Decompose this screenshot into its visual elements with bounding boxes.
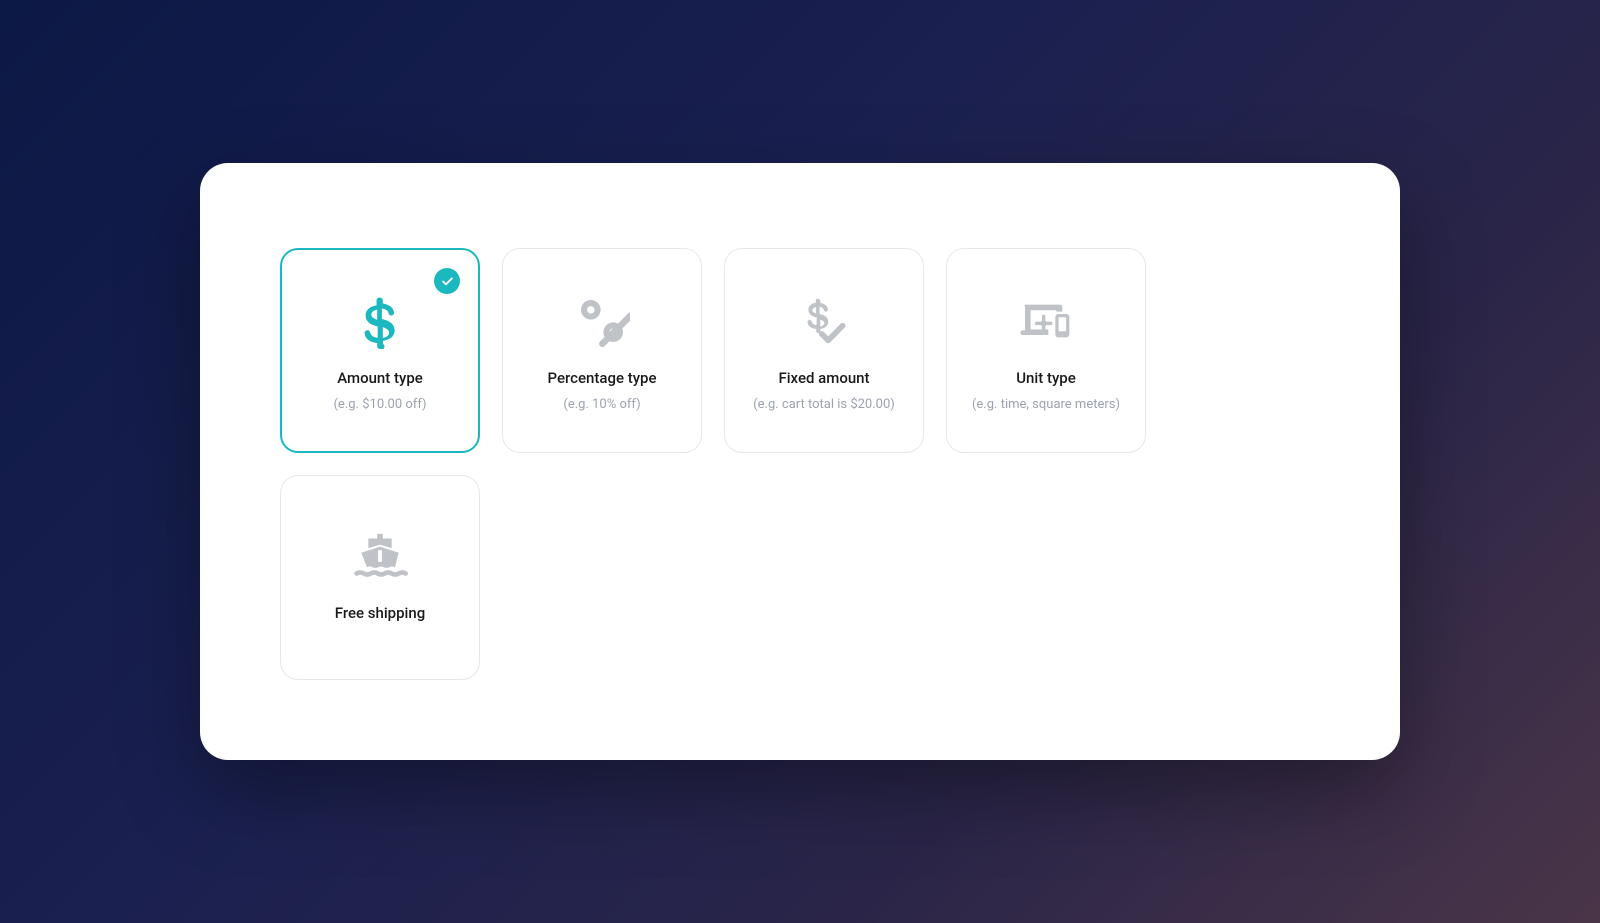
option-unit-type[interactable]: Unit type (e.g. time, square meters)	[946, 248, 1146, 453]
check-icon	[434, 268, 460, 294]
option-subtitle: (e.g. $10.00 off)	[333, 397, 426, 412]
devices-icon	[1018, 289, 1074, 353]
option-percentage-type[interactable]: Percentage type (e.g. 10% off)	[502, 248, 702, 453]
option-title: Unit type	[1016, 369, 1076, 387]
options-grid: Amount type (e.g. $10.00 off) Percentage…	[280, 248, 1320, 680]
option-title: Free shipping	[335, 604, 425, 622]
option-subtitle: (e.g. time, square meters)	[972, 397, 1120, 412]
option-title: Amount type	[337, 369, 423, 387]
discount-type-panel: Amount type (e.g. $10.00 off) Percentage…	[200, 163, 1400, 760]
option-fixed-amount[interactable]: Fixed amount (e.g. cart total is $20.00)	[724, 248, 924, 453]
option-title: Percentage type	[547, 369, 656, 387]
option-title: Fixed amount	[778, 369, 869, 387]
option-free-shipping[interactable]: Free shipping	[280, 475, 480, 680]
ship-icon	[352, 524, 408, 588]
option-amount-type[interactable]: Amount type (e.g. $10.00 off)	[280, 248, 480, 453]
option-subtitle: (e.g. cart total is $20.00)	[753, 397, 895, 412]
option-subtitle: (e.g. 10% off)	[563, 397, 640, 412]
dollar-icon	[352, 289, 408, 353]
percent-icon	[574, 289, 630, 353]
dollar-check-icon	[796, 289, 852, 353]
